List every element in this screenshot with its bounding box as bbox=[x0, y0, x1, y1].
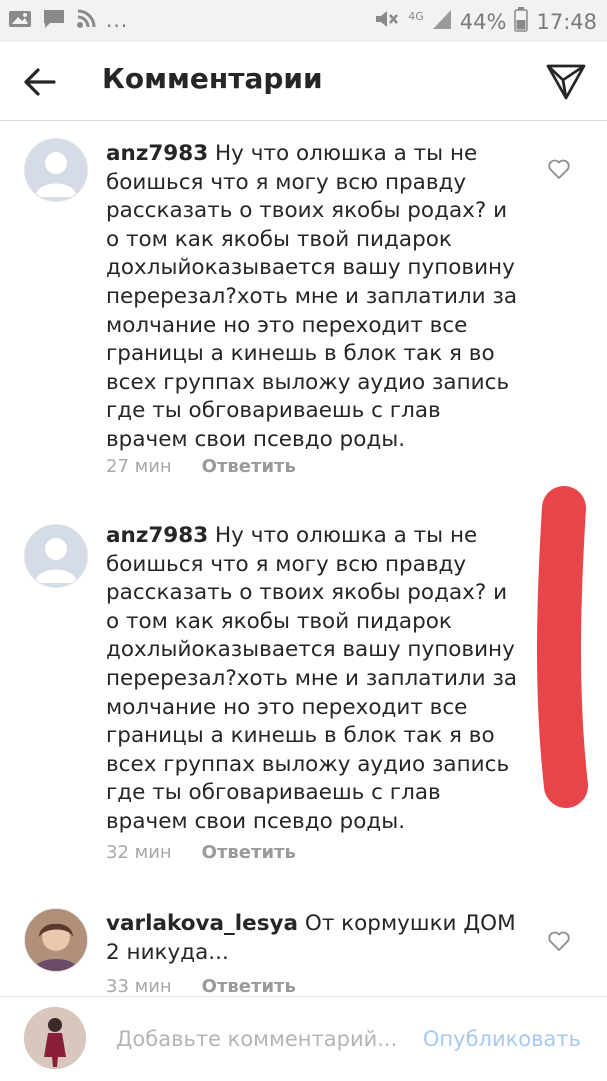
status-bar-right: 4G 44% 17:48 bbox=[374, 6, 597, 37]
header: Комментарии bbox=[0, 42, 607, 121]
comment-text: anz7983 Ну что олюшка а ты не боишься чт… bbox=[106, 522, 526, 837]
reply-button[interactable]: Ответить bbox=[202, 842, 296, 863]
back-arrow-icon bbox=[24, 68, 56, 96]
comment-text: anz7983 Ну что олюшка а ты не боишься чт… bbox=[106, 140, 526, 455]
message-icon bbox=[42, 8, 66, 35]
reply-button[interactable]: Ответить bbox=[202, 976, 296, 997]
publish-button[interactable]: Опубликовать bbox=[423, 1027, 581, 1051]
direct-send-icon bbox=[546, 64, 586, 100]
back-button[interactable] bbox=[20, 62, 60, 102]
comment-time: 27 мин bbox=[106, 456, 172, 477]
comment-text: varlakova_lesya От кормушки ДОМ 2 никуда… bbox=[106, 910, 526, 967]
network-type: 4G bbox=[408, 10, 424, 23]
clock: 17:48 bbox=[536, 9, 597, 34]
user-photo-icon bbox=[25, 909, 87, 971]
comment-message: Ну что олюшка а ты не боишься что я могу… bbox=[106, 523, 518, 834]
battery-percent: 44% bbox=[459, 9, 507, 34]
heart-icon bbox=[548, 159, 570, 179]
status-bar: ... 4G 44% 17:48 bbox=[0, 0, 607, 42]
comment-username[interactable]: anz7983 bbox=[106, 523, 208, 548]
direct-send-button[interactable] bbox=[545, 60, 587, 102]
avatar[interactable] bbox=[24, 524, 88, 588]
page-title: Комментарии bbox=[102, 62, 323, 95]
default-avatar-icon bbox=[25, 139, 87, 201]
signal-icon bbox=[432, 8, 452, 35]
avatar[interactable] bbox=[24, 908, 88, 972]
comment-input[interactable] bbox=[116, 1027, 406, 1051]
my-avatar bbox=[24, 1007, 86, 1069]
avatar[interactable] bbox=[24, 138, 88, 202]
more-dots-icon: ... bbox=[106, 7, 129, 32]
comment-time: 33 мин bbox=[106, 976, 172, 997]
like-button[interactable] bbox=[547, 930, 571, 952]
comment-meta: 27 мин Ответить bbox=[106, 456, 296, 477]
reply-button[interactable]: Ответить bbox=[202, 456, 296, 477]
battery-icon bbox=[514, 6, 529, 37]
comment-time: 32 мин bbox=[106, 842, 172, 863]
comment-input-bar: Опубликовать bbox=[0, 996, 607, 1081]
red-scribble-mark bbox=[537, 486, 588, 808]
default-avatar-icon bbox=[25, 525, 87, 587]
wifi-icon bbox=[76, 9, 96, 34]
mute-icon bbox=[374, 8, 400, 35]
user-photo-icon bbox=[24, 1007, 86, 1069]
comment-username[interactable]: varlakova_lesya bbox=[106, 911, 298, 936]
heart-icon bbox=[548, 931, 570, 951]
comment-meta: 32 мин Ответить bbox=[106, 842, 296, 863]
comment-message: Ну что олюшка а ты не боишься что я могу… bbox=[106, 141, 518, 452]
comment-meta: 33 мин Ответить bbox=[106, 976, 296, 997]
gallery-icon bbox=[8, 9, 32, 34]
comment-username[interactable]: anz7983 bbox=[106, 141, 208, 166]
like-button[interactable] bbox=[547, 158, 571, 180]
status-bar-left: ... bbox=[8, 8, 128, 35]
